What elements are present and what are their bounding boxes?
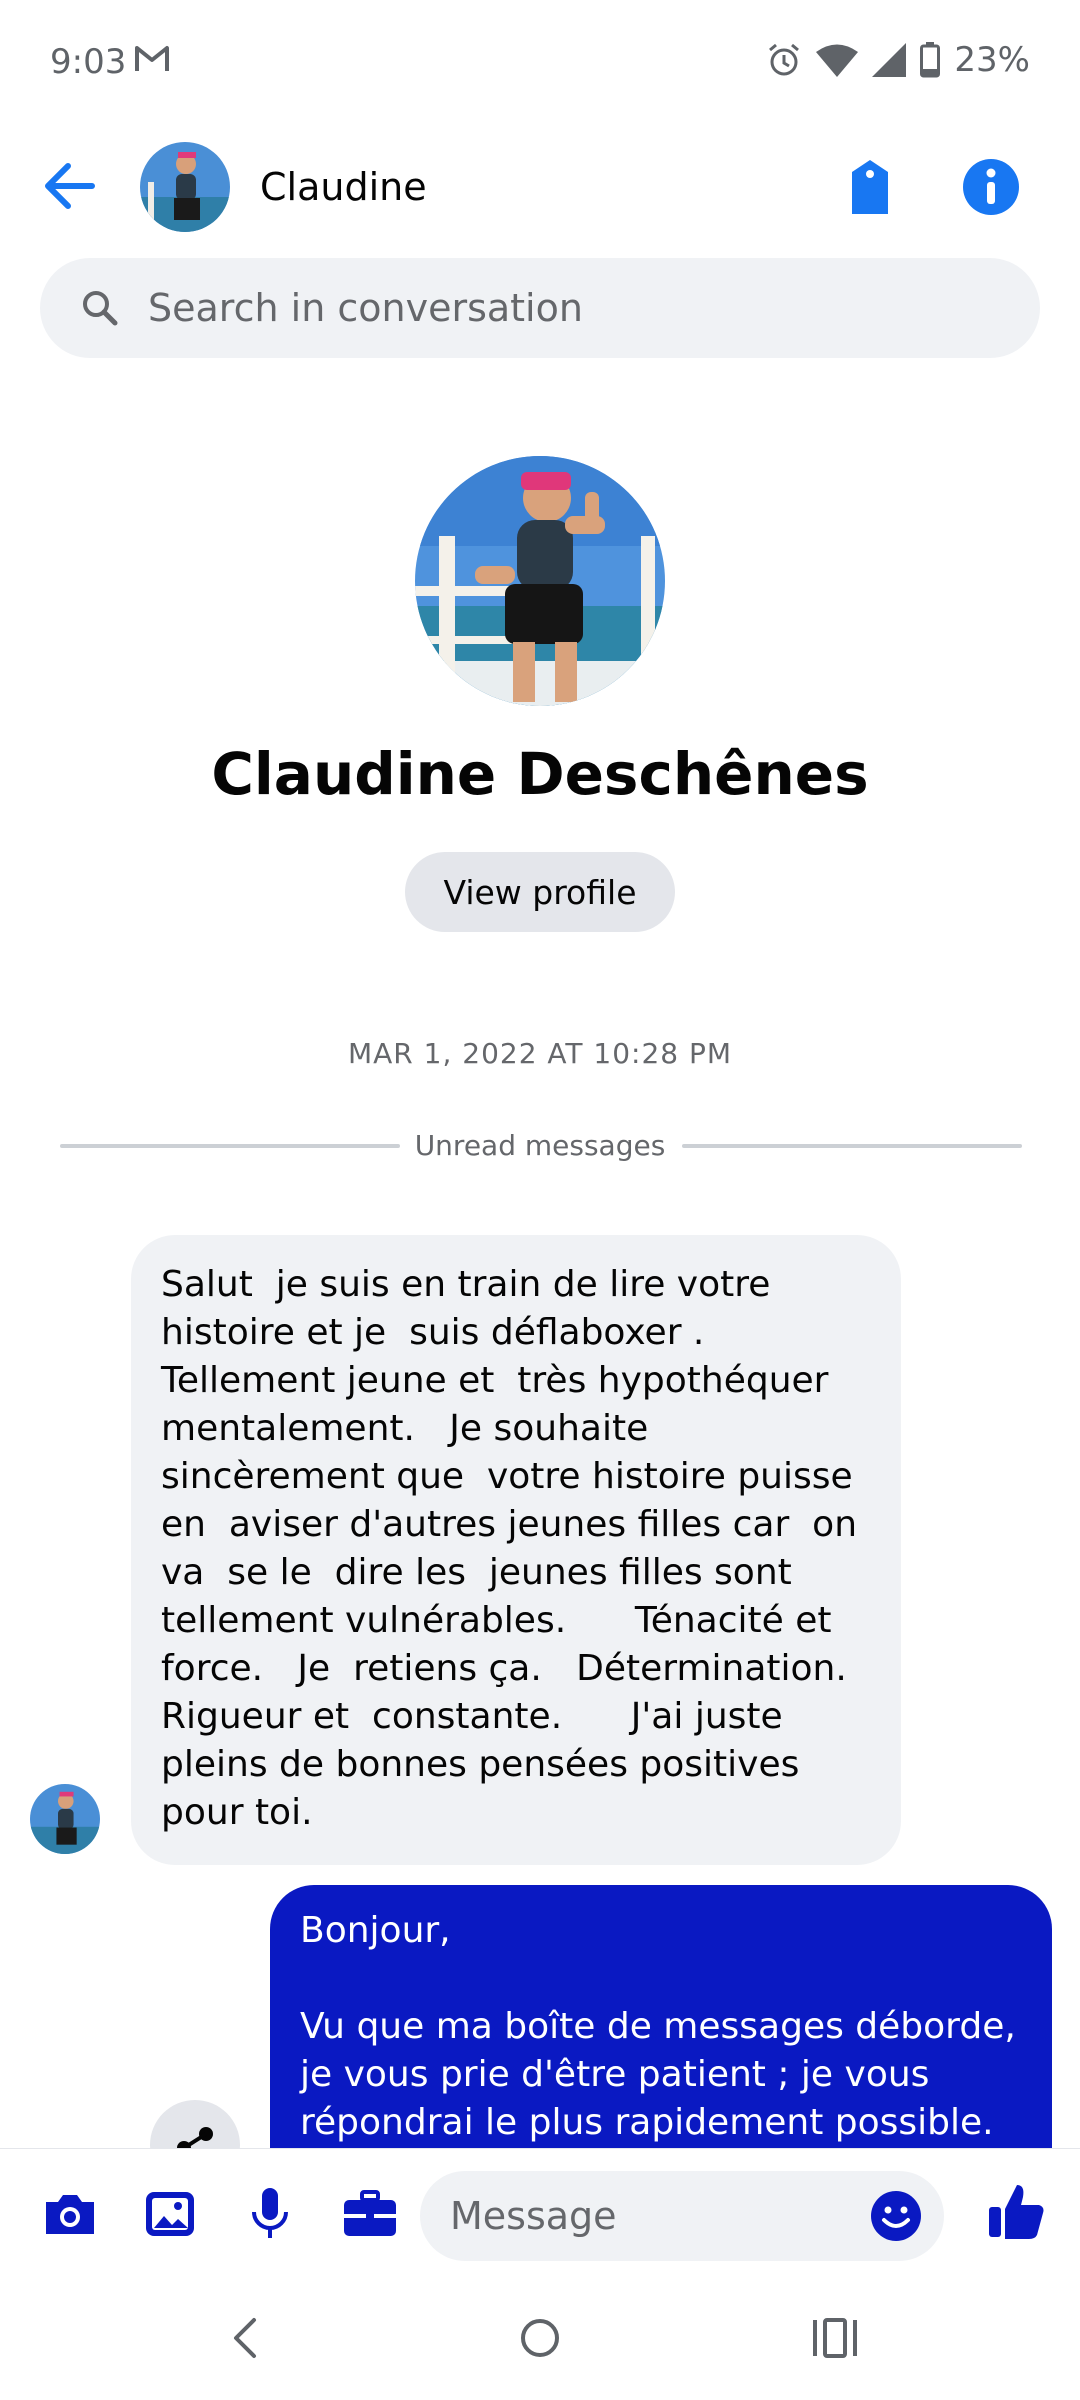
header-contact-name[interactable]: Claudine bbox=[260, 165, 427, 209]
status-time: 9:03 bbox=[50, 42, 127, 82]
search-icon bbox=[83, 291, 118, 326]
gallery-icon[interactable] bbox=[140, 2184, 200, 2244]
search-input[interactable] bbox=[148, 276, 998, 340]
status-icons: 23% bbox=[766, 40, 1030, 80]
info-icon[interactable] bbox=[960, 156, 1022, 218]
avatar-image bbox=[140, 142, 230, 232]
profile-photo-image bbox=[415, 456, 665, 706]
incoming-message-bubble[interactable]: Salut je suis en train de lire votre his… bbox=[131, 1235, 901, 1865]
message-composer bbox=[0, 2148, 1080, 2279]
battery-percent: 23% bbox=[954, 40, 1030, 80]
header-avatar[interactable] bbox=[140, 142, 230, 232]
profile-full-name: Claudine Deschênes bbox=[211, 740, 869, 808]
battery-icon bbox=[920, 42, 941, 78]
sender-avatar[interactable] bbox=[30, 1784, 100, 1854]
profile-photo[interactable] bbox=[415, 456, 665, 706]
nav-recents-icon[interactable] bbox=[800, 2308, 870, 2368]
tag-icon[interactable] bbox=[840, 158, 900, 218]
message-field[interactable] bbox=[420, 2171, 944, 2261]
divider-right bbox=[682, 1144, 1022, 1148]
thumbs-up-icon[interactable] bbox=[985, 2179, 1049, 2243]
view-profile-button[interactable]: View profile bbox=[405, 852, 675, 932]
nav-home-icon[interactable] bbox=[505, 2308, 575, 2368]
emoji-icon[interactable] bbox=[868, 2188, 924, 2244]
alarm-icon bbox=[769, 43, 800, 76]
system-nav-bar bbox=[0, 2278, 1080, 2400]
search-bar[interactable] bbox=[40, 258, 1040, 358]
nav-back-icon[interactable] bbox=[210, 2308, 280, 2368]
camera-icon[interactable] bbox=[40, 2184, 100, 2244]
message-input[interactable] bbox=[450, 2187, 850, 2245]
mail-icon bbox=[135, 46, 169, 71]
message-timestamp: MAR 1, 2022 AT 10:28 PM bbox=[347, 1037, 733, 1070]
briefcase-icon[interactable] bbox=[340, 2184, 400, 2244]
back-arrow-icon[interactable] bbox=[40, 158, 100, 214]
signal-icon bbox=[872, 43, 907, 77]
wifi-icon bbox=[816, 44, 859, 77]
status-bar: 9:03 23% bbox=[0, 0, 1080, 120]
microphone-icon[interactable] bbox=[240, 2184, 300, 2244]
sender-avatar-image bbox=[30, 1784, 100, 1854]
outgoing-message-bubble[interactable]: Bonjour, Vu que ma boîte de messages déb… bbox=[270, 1885, 1052, 2185]
